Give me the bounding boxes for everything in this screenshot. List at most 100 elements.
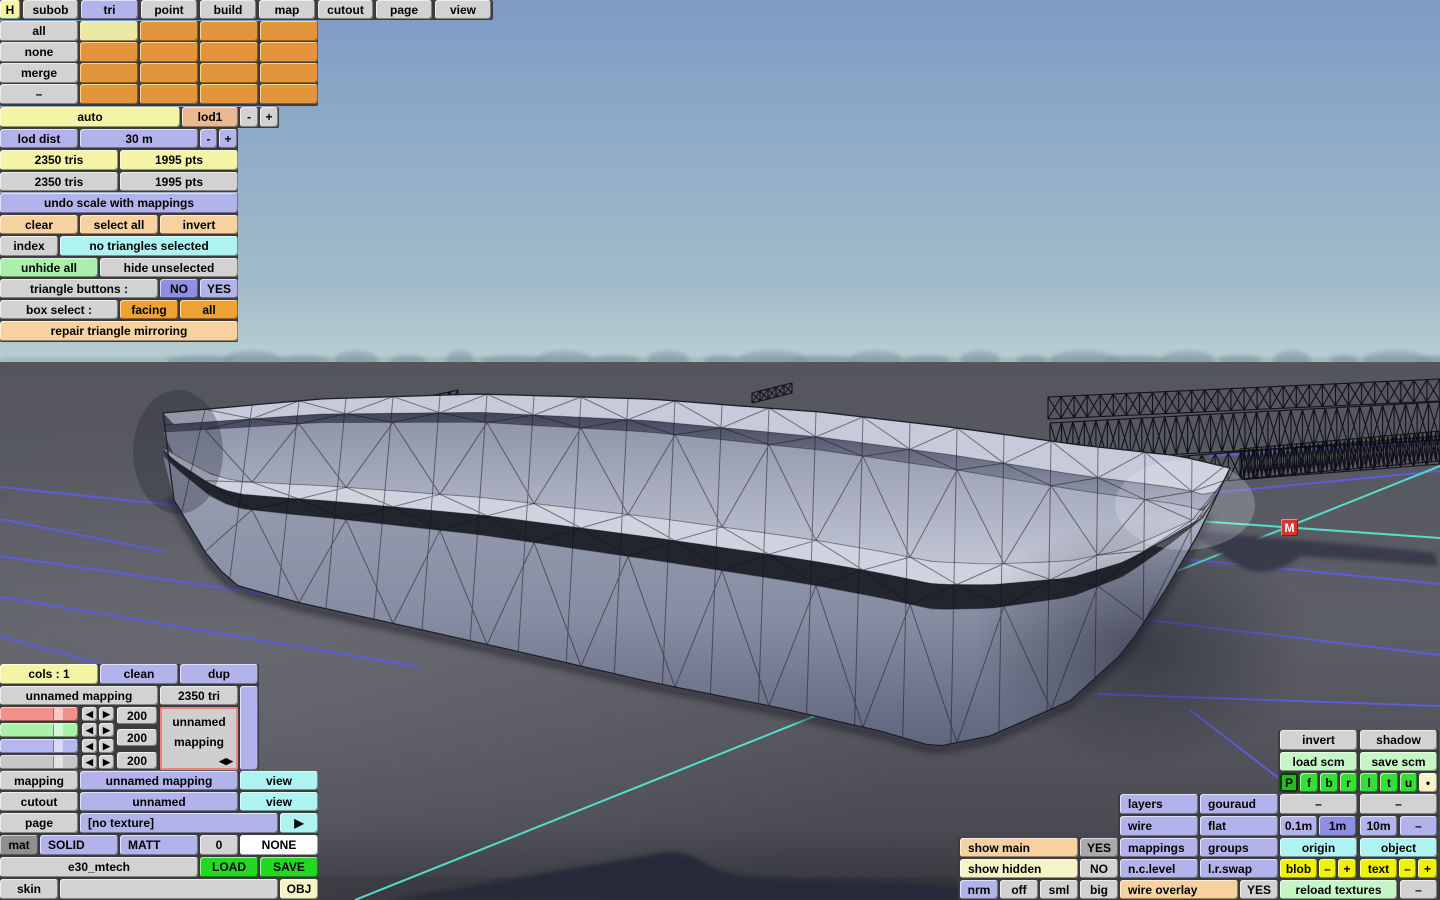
tri-grid-cell[interactable] xyxy=(260,42,318,62)
blob-button[interactable]: blob xyxy=(1280,859,1317,878)
dash1-button[interactable]: – xyxy=(1280,794,1357,814)
page-next-button[interactable]: ▶ xyxy=(280,813,318,833)
green-slider[interactable] xyxy=(0,723,78,737)
tri-grid-cell[interactable] xyxy=(140,63,198,83)
lod-auto-button[interactable]: auto xyxy=(0,107,180,127)
proj-front-button[interactable]: f xyxy=(1300,773,1318,792)
proj-back-button[interactable]: b xyxy=(1320,773,1338,792)
show-main-button[interactable]: show main xyxy=(960,838,1078,857)
blue-right-arrow[interactable]: ▶ xyxy=(99,739,114,753)
box-select-all[interactable]: all xyxy=(180,300,238,319)
preview-arrows[interactable]: ◀▶ xyxy=(219,756,233,767)
clear-button[interactable]: clear xyxy=(0,215,78,234)
wire-overlay-yes[interactable]: YES xyxy=(1240,880,1278,899)
mapping-list-scrollbar[interactable] xyxy=(240,686,258,770)
show-hidden-no[interactable]: NO xyxy=(1080,859,1118,878)
layers-button[interactable]: layers xyxy=(1120,794,1198,814)
undo-scale-button[interactable]: undo scale with mappings xyxy=(0,193,238,213)
reload-textures-button[interactable]: reload textures xyxy=(1280,880,1397,899)
nrm-sml-button[interactable]: sml xyxy=(1040,880,1078,899)
cutout-row-label[interactable]: cutout xyxy=(0,792,78,811)
mapping-preview-box[interactable]: unnamed mapping ◀▶ xyxy=(160,707,238,770)
lod-plus-button[interactable]: + xyxy=(260,107,278,127)
skin-name-field[interactable] xyxy=(60,879,278,899)
blue-left-arrow[interactable]: ◀ xyxy=(82,739,97,753)
obj-export-button[interactable]: OBJ xyxy=(280,879,318,899)
gray-right-arrow[interactable]: ▶ xyxy=(99,755,114,769)
index-button[interactable]: index xyxy=(0,236,58,256)
grid-01m-button[interactable]: 0.1m xyxy=(1280,816,1317,836)
mat-zero-button[interactable]: 0 xyxy=(200,835,238,855)
subobj-merge-button[interactable]: merge xyxy=(0,63,78,83)
page-texture-value[interactable]: [no texture] xyxy=(80,813,278,833)
nrm-off-button[interactable]: off xyxy=(1000,880,1038,899)
tab-point[interactable]: point xyxy=(141,0,197,19)
tri-grid-cell[interactable] xyxy=(260,21,318,41)
blob-minus-button[interactable]: – xyxy=(1319,859,1336,878)
nrm-big-button[interactable]: big xyxy=(1080,880,1118,899)
tri-grid-cell[interactable] xyxy=(200,84,258,104)
green-right-arrow[interactable]: ▶ xyxy=(99,723,114,737)
tab-page[interactable]: page xyxy=(376,0,432,19)
wire-button[interactable]: wire xyxy=(1120,816,1198,836)
save-scm-button[interactable]: save scm xyxy=(1360,752,1437,771)
skin-button[interactable]: skin xyxy=(0,879,58,899)
shadow-button[interactable]: shadow xyxy=(1360,730,1437,750)
select-all-button[interactable]: select all xyxy=(80,215,158,234)
hide-unselected-button[interactable]: hide unselected xyxy=(100,258,238,277)
lod-dist-value[interactable]: 30 m xyxy=(80,129,198,148)
dash2-button[interactable]: – xyxy=(1360,794,1437,814)
lrswap-button[interactable]: l.r.swap xyxy=(1200,859,1278,878)
tri-grid-cell[interactable] xyxy=(80,84,138,104)
proj-under-button[interactable]: u xyxy=(1400,773,1417,792)
mat-solid-button[interactable]: SOLID xyxy=(40,835,118,855)
lod-dist-plus-button[interactable]: + xyxy=(219,129,237,148)
red-slider[interactable] xyxy=(0,707,78,721)
reload-minus-button[interactable]: – xyxy=(1400,880,1437,899)
invert-selection-button[interactable]: invert xyxy=(160,215,238,234)
tri-grid-cell[interactable] xyxy=(80,42,138,62)
proj-left-button[interactable]: l xyxy=(1360,773,1378,792)
triangle-buttons-no[interactable]: NO xyxy=(160,279,198,298)
red-right-arrow[interactable]: ▶ xyxy=(99,707,114,721)
wire-overlay-button[interactable]: wire overlay xyxy=(1120,880,1238,899)
lod-dist-label[interactable]: lod dist xyxy=(0,129,78,148)
subobj-none-button[interactable]: none xyxy=(0,42,78,62)
text-plus-button[interactable]: + xyxy=(1418,859,1437,878)
model-filename-field[interactable]: e30_mtech xyxy=(0,857,198,877)
tri-grid-cell[interactable] xyxy=(260,63,318,83)
groups-button[interactable]: groups xyxy=(1200,838,1278,857)
tab-map[interactable]: map xyxy=(259,0,315,19)
clean-button[interactable]: clean xyxy=(100,664,178,684)
tab-tri[interactable]: tri xyxy=(81,0,138,19)
show-hidden-button[interactable]: show hidden xyxy=(960,859,1078,878)
show-main-yes[interactable]: YES xyxy=(1080,838,1118,857)
mat-none-button[interactable]: NONE xyxy=(240,835,318,855)
proj-dot-button[interactable]: • xyxy=(1419,773,1437,792)
page-row-label[interactable]: page xyxy=(0,813,78,833)
load-button[interactable]: LOAD xyxy=(200,857,258,877)
tri-grid-cell-selected[interactable] xyxy=(80,21,138,41)
blue-value[interactable]: 200 xyxy=(117,752,157,769)
load-scm-button[interactable]: load scm xyxy=(1280,752,1357,771)
red-value[interactable]: 200 xyxy=(117,707,157,724)
nclevel-button[interactable]: n.c.level xyxy=(1120,859,1198,878)
gray-slider[interactable] xyxy=(0,755,78,769)
mappings-button[interactable]: mappings xyxy=(1120,838,1198,857)
cutout-view-button[interactable]: view xyxy=(240,792,318,811)
grid-minus-button[interactable]: – xyxy=(1400,816,1437,836)
save-button[interactable]: SAVE xyxy=(260,857,318,877)
tab-view[interactable]: view xyxy=(435,0,491,19)
tri-grid-cell[interactable] xyxy=(140,21,198,41)
gouraud-button[interactable]: gouraud xyxy=(1200,794,1278,814)
tri-grid-cell[interactable] xyxy=(200,42,258,62)
blue-slider[interactable] xyxy=(0,739,78,753)
object-button[interactable]: object xyxy=(1360,838,1437,857)
proj-perspective-button[interactable]: P xyxy=(1280,773,1298,792)
cols-button[interactable]: cols : 1 xyxy=(0,664,98,684)
tab-cutout[interactable]: cutout xyxy=(318,0,373,19)
dup-button[interactable]: dup xyxy=(180,664,258,684)
mapping-row-label[interactable]: mapping xyxy=(0,771,78,790)
lod-dist-minus-button[interactable]: - xyxy=(200,129,217,148)
green-left-arrow[interactable]: ◀ xyxy=(82,723,97,737)
